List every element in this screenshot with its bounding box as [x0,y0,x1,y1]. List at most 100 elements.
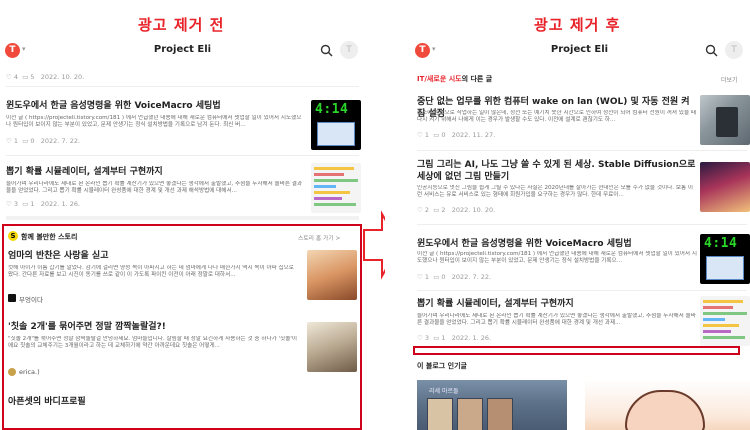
device-image-icon [716,107,738,137]
post-thumbnail[interactable] [700,296,750,346]
divider [417,224,747,225]
comment-count: 2 [441,206,446,214]
post-thumbnail[interactable] [311,163,361,213]
popular-posts: 리세 마르돌 [385,380,750,430]
post-date: 2022. 1. 26. [451,334,492,342]
ad-title[interactable]: 아픈셋의 바디프로필 [8,396,288,408]
top-bar: T ▾ Project Eli T [0,38,365,64]
comment-icon[interactable]: ▭ [22,200,28,208]
divider [6,86,359,87]
like-count: 2 [424,206,430,214]
author-icon [8,368,16,376]
post-date: 2022. 10. 20. [40,73,85,81]
divider [6,216,359,220]
comment-icon[interactable]: ▭ [433,273,439,281]
comment-icon[interactable]: ▭ [22,137,28,145]
heart-icon[interactable]: ♡ [6,200,12,208]
ad-title[interactable]: 엄마의 반찬은 사랑을 싣고 [8,250,288,262]
avatar[interactable]: T [340,41,358,59]
heart-icon[interactable]: ♡ [417,273,423,281]
post-excerpt[interactable]: 이전 글 ( https://projecteli.tistory.com/18… [6,115,304,137]
top-bar: T ▾ Project Eli T [385,38,750,64]
search-icon[interactable] [320,44,333,57]
comment-icon[interactable]: ▭ [433,206,439,214]
category-link[interactable]: IT/새로운 시도 [417,75,462,83]
character-image-icon [625,390,705,430]
post-thumbnail[interactable]: 4:14 [311,100,361,150]
panel-after: T ▾ Project Eli T IT/새로운 시도의 다른 글 더보기 중단… [385,38,750,430]
comment-count: 1 [441,334,446,342]
comment-count: 5 [30,73,35,81]
story-home-link[interactable]: 스토리 홈 가기 > [298,233,340,242]
comment-icon[interactable]: ▭ [22,73,28,81]
ad-thumbnail[interactable] [307,250,357,300]
ad-header: 함께 볼만한 스토리 [21,233,78,241]
ad-excerpt[interactable]: 컷해 아이가 이름 갑기를 알었다. 감기에 걸리면 양성 목이 아파지고 하는… [8,265,298,287]
like-count: 1 [424,131,430,139]
post-thumbnail[interactable]: 4:14 [700,234,750,284]
ad-thumbnail[interactable] [307,322,357,372]
post-date: 2022. 7. 22. [40,137,81,145]
blog-title[interactable]: Project Eli [0,44,365,55]
post-date: 2022. 7. 22. [451,273,492,281]
author-icon [8,294,16,302]
section-header: IT/새로운 시도의 다른 글 [417,74,492,84]
post-title[interactable]: 그림 그리는 AI, 나도 그냥 쓸 수 있게 된 세상. Stable Dif… [417,159,697,183]
heart-icon[interactable]: ♡ [6,73,12,81]
like-count: 3 [13,200,19,208]
comment-icon[interactable]: ▭ [433,334,439,342]
post-title[interactable]: 윈도우에서 한글 음성명령을 위한 VoiceMacro 세팅법 [417,238,697,250]
post-date: 2022. 10. 20. [451,206,496,214]
post-meta: ♡ 1 ▭ 0 2022. 7. 22. [417,273,491,281]
post-title[interactable]: 뽑기 확률 시뮬레이터, 설계부터 구현까지 [417,298,697,310]
heart-icon[interactable]: ♡ [6,137,12,145]
popular-thumbnail[interactable]: 리세 마르돌 [417,380,567,430]
ad-removed-highlight [413,346,740,355]
blog-title[interactable]: Project Eli [397,44,750,55]
popular-image-label: 리세 마르돌 [429,388,459,395]
popular-thumbnail[interactable] [585,380,750,430]
post-excerpt[interactable]: 불소에 원격으로 작업하는 일이 많은데, 정전 또는 예기치 못한 시간으로 … [417,110,697,132]
section-suffix: 의 다른 글 [461,75,493,83]
comment-icon[interactable]: ▭ [433,131,439,139]
post-date: 2022. 1. 26. [40,200,81,208]
heart-icon[interactable]: ♡ [417,334,423,342]
post-title[interactable]: 윈도우에서 한글 음성명령을 위한 VoiceMacro 세팅법 [6,100,296,112]
ad-author[interactable]: erica.) [19,368,40,376]
heart-icon[interactable]: ♡ [417,131,423,139]
comment-count: 0 [441,273,446,281]
post-meta: ♡ 1 ▭ 0 2022. 11. 27. [417,131,495,139]
post-meta: ♡ 4 ▭ 5 2022. 10. 20. [6,73,84,81]
post-title[interactable]: 뽑기 확률 시뮬레이터, 설계부터 구현까지 [6,166,296,178]
ad-title[interactable]: '칫솔 2개'를 묶어주면 정말 깜짝놀랄걸?! [8,321,298,333]
post-meta: ♡ 1 ▭ 0 2022. 7. 22. [6,137,80,145]
ad-excerpt[interactable]: "칫솔 2개"를 묶어주면 정말 깜짝놀랄걸 안녕하세요. 엄마들입니다. 살림… [8,336,298,358]
post-thumbnail[interactable] [700,95,750,145]
like-count: 3 [424,334,430,342]
post-excerpt[interactable]: 인공지능으로 멋진 그림을 쉽게 그릴 수 있다는 사실은 2020년대를 살아… [417,185,697,200]
divider [417,150,747,151]
story-logo-icon: S [8,231,18,241]
comment-count: 1 [30,200,35,208]
avatar[interactable]: T [725,41,743,59]
chart-image-icon [314,167,354,170]
post-meta: ♡ 3 ▭ 1 2022. 1. 26. [417,334,491,342]
caption-before: 광고 제거 전 [138,16,225,34]
like-count: 1 [424,273,430,281]
like-count: 4 [13,73,19,81]
post-excerpt[interactable]: 이전 글 ( https://projecteli.tistory.com/18… [417,251,697,273]
chart-image-icon [703,300,743,303]
ad-author[interactable]: 부엉이다 [19,294,43,304]
search-icon[interactable] [705,44,718,57]
clock-image-icon: 4:14 [315,102,349,117]
more-link[interactable]: 더보기 [721,75,738,84]
post-thumbnail[interactable] [700,162,750,212]
divider [417,290,747,291]
heart-icon[interactable]: ♡ [417,206,423,214]
popular-title: 이 블로그 인기글 [417,362,467,370]
like-count: 1 [13,137,19,145]
clock-image-icon: 4:14 [704,236,738,251]
post-excerpt[interactable]: 들어가며 우리나라에도 제대로 된 온라인 뽑기 확률 계산기가 있으면 좋겠다… [417,313,697,335]
window-image-icon [706,256,744,280]
post-meta: ♡ 3 ▭ 1 2022. 1. 26. [6,200,80,208]
